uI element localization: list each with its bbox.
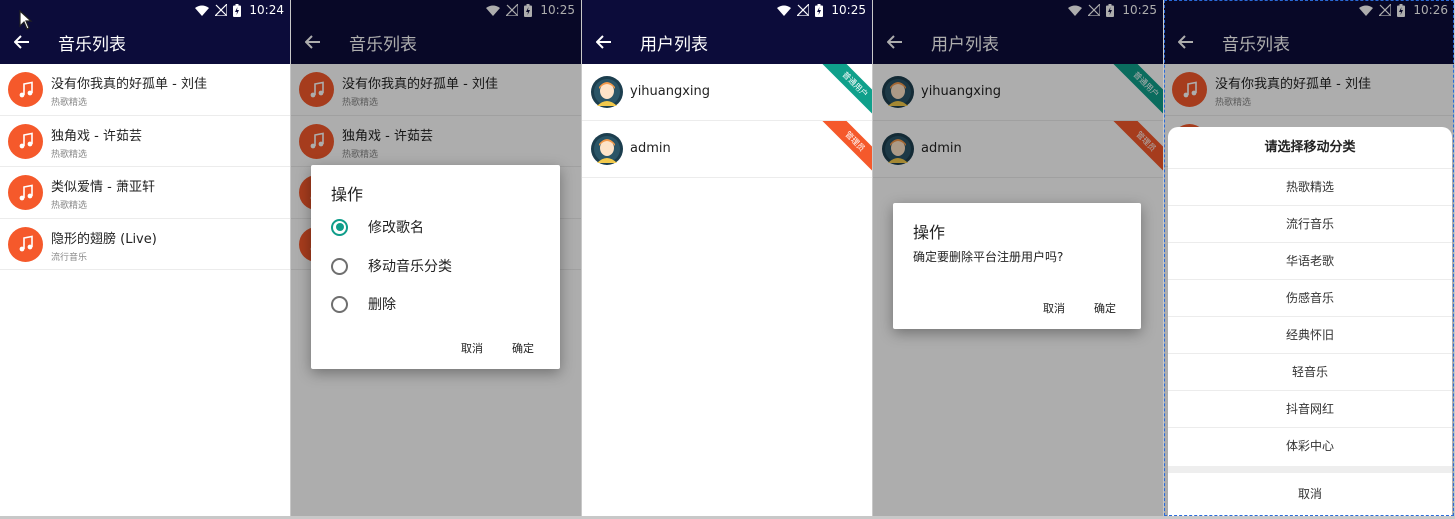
user-item[interactable]: yihuangxing 普通用户 xyxy=(582,64,872,121)
option-delete[interactable]: 删除 xyxy=(331,293,396,315)
song-category: 热歌精选 xyxy=(51,98,88,108)
song-item[interactable]: 隐形的翅膀 (Live) 流行音乐 xyxy=(0,219,290,270)
user-list: yihuangxing 普通用户 admin 管理员 xyxy=(582,64,872,516)
no-signal-icon xyxy=(215,4,228,16)
radio-checked-icon xyxy=(331,218,348,236)
screen-user-delete-dialog: 10:25 用户列表 yihuangxing 普通用户 admin 管理员 操作… xyxy=(873,0,1163,516)
music-note-icon xyxy=(8,175,43,210)
move-category-sheet: 请选择移动分类 热歌精选 流行音乐 华语老歌 伤感音乐 经典怀旧 轻音乐 抖音网… xyxy=(1168,127,1452,516)
music-note-icon xyxy=(8,123,43,159)
sheet-title: 请选择移动分类 xyxy=(1168,127,1452,169)
category-option[interactable]: 经典怀旧 xyxy=(1168,317,1452,354)
status-time: 10:25 xyxy=(831,3,866,17)
back-arrow-icon[interactable] xyxy=(582,20,626,64)
song-category: 热歌精选 xyxy=(51,149,88,160)
no-signal-icon xyxy=(797,4,810,16)
screen-move-category-sheet: 10:26 音乐列表 没有你我真的好孤单 - 刘佳 热歌精选 请选择移动分类 热… xyxy=(1164,0,1454,516)
music-note-icon xyxy=(8,226,43,262)
dialog-message: 确定要删除平台注册用户吗? xyxy=(913,250,1064,264)
song-title: 类似爱情 - 萧亚轩 xyxy=(51,180,155,195)
cancel-button[interactable]: 取消 xyxy=(461,340,483,356)
category-option[interactable]: 伤感音乐 xyxy=(1168,280,1452,317)
username: admin xyxy=(630,141,671,156)
song-list: 没有你我真的好孤单 - 刘佳 热歌精选 独角戏 - 许茹芸 热歌精选 类似爱情 … xyxy=(0,64,290,516)
sheet-divider xyxy=(1168,466,1452,473)
category-option[interactable]: 热歌精选 xyxy=(1168,169,1452,206)
wifi-icon xyxy=(195,5,210,16)
user-avatar-icon xyxy=(591,76,623,108)
operation-dialog: 操作 修改歌名 移动音乐分类 删除 取消 确定 xyxy=(311,165,560,369)
option-rename[interactable]: 修改歌名 xyxy=(331,216,424,238)
option-label: 删除 xyxy=(368,297,396,313)
option-label: 修改歌名 xyxy=(368,220,424,236)
dialog-title: 操作 xyxy=(331,185,364,204)
cancel-button[interactable]: 取消 xyxy=(1043,300,1065,316)
status-time: 10:24 xyxy=(249,3,284,17)
song-title: 隐形的翅膀 (Live) xyxy=(51,231,157,247)
status-bar: 10:24 xyxy=(0,0,290,20)
confirm-button[interactable]: 确定 xyxy=(512,340,534,356)
app-bar: 用户列表 xyxy=(582,20,872,64)
dialog-title: 操作 xyxy=(913,223,946,242)
delete-confirm-dialog: 操作 确定要删除平台注册用户吗? 取消 确定 xyxy=(893,203,1141,329)
role-ribbon: 管理员 xyxy=(820,121,872,176)
screen-user-list: 10:25 用户列表 yihuangxing 普通用户 admin 管理员 xyxy=(582,0,872,516)
user-avatar-icon xyxy=(591,133,623,165)
screen-music-operation-dialog: 10:25 音乐列表 没有你我真的好孤单 - 刘佳 热歌精选 独角戏 - 许茹芸… xyxy=(291,0,581,516)
status-bar: 10:25 xyxy=(582,0,872,20)
username: yihuangxing xyxy=(630,84,711,99)
song-item[interactable]: 类似爱情 - 萧亚轩 热歌精选 xyxy=(0,167,290,219)
song-category: 热歌精选 xyxy=(51,201,88,211)
song-item[interactable]: 没有你我真的好孤单 - 刘佳 热歌精选 xyxy=(0,64,290,116)
option-label: 移动音乐分类 xyxy=(368,259,452,275)
song-title: 没有你我真的好孤单 - 刘佳 xyxy=(51,77,207,92)
song-item[interactable]: 独角戏 - 许茹芸 热歌精选 xyxy=(0,116,290,167)
page-title: 用户列表 xyxy=(640,34,708,55)
battery-charging-icon xyxy=(815,3,824,17)
category-option[interactable]: 抖音网红 xyxy=(1168,391,1452,428)
app-bar: 音乐列表 xyxy=(0,20,290,64)
confirm-button[interactable]: 确定 xyxy=(1094,300,1116,316)
category-option[interactable]: 华语老歌 xyxy=(1168,243,1452,280)
category-option[interactable]: 轻音乐 xyxy=(1168,354,1452,391)
mouse-cursor-icon xyxy=(19,10,33,30)
sheet-cancel-button[interactable]: 取消 xyxy=(1168,473,1452,516)
screen-music-list: 10:24 音乐列表 没有你我真的好孤单 - 刘佳 热歌精选 独角戏 - 许茹芸… xyxy=(0,0,290,516)
music-note-icon xyxy=(8,72,43,107)
radio-unchecked-icon xyxy=(331,295,348,313)
radio-unchecked-icon xyxy=(331,257,348,275)
page-title: 音乐列表 xyxy=(58,34,126,55)
option-move-category[interactable]: 移动音乐分类 xyxy=(331,255,452,277)
user-item[interactable]: admin 管理员 xyxy=(582,121,872,178)
song-category: 流行音乐 xyxy=(51,252,88,263)
battery-charging-icon xyxy=(233,3,242,17)
category-option[interactable]: 体彩中心 xyxy=(1168,428,1452,465)
role-ribbon: 普通用户 xyxy=(820,64,872,119)
wifi-icon xyxy=(777,5,792,16)
category-option[interactable]: 流行音乐 xyxy=(1168,206,1452,243)
song-title: 独角戏 - 许茹芸 xyxy=(51,128,142,144)
